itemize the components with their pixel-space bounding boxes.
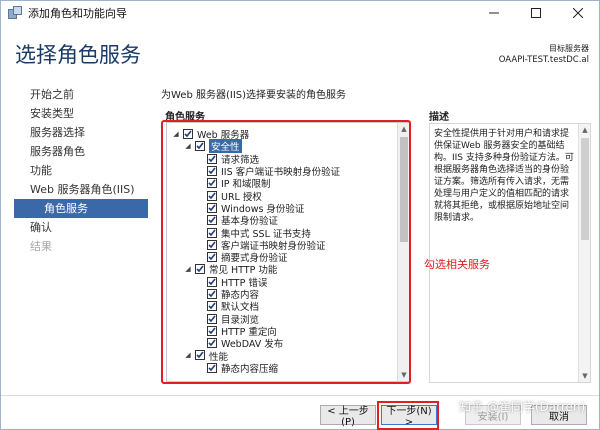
minimize-button[interactable] [473, 1, 515, 25]
nav-item-3[interactable]: 服务器角色 [1, 142, 151, 161]
wizard-nav: 开始之前 安装类型 服务器选择 服务器角色 功能 Web 服务器角色(IIS) 角色服务 确认… [1, 85, 151, 256]
nav-item-5[interactable]: Web 服务器角色(IIS) [1, 180, 151, 199]
close-button[interactable] [557, 1, 599, 25]
description-text: 安全性提供用于针对用户和请求提供保证Web 服务器安全的基础结构。IIS 支持多… [434, 129, 574, 223]
next-button-highlight [377, 401, 439, 430]
nav-item-1[interactable]: 安装类型 [1, 104, 151, 123]
description-label: 描述 [429, 112, 449, 123]
window-controls [473, 1, 599, 25]
nav-item-8[interactable]: 结果 [1, 237, 151, 256]
desc-scroll-up-icon[interactable]: ▲ [579, 124, 591, 136]
nav-item-6[interactable]: 角色服务 [14, 199, 148, 218]
annotation-text: 勾选相关服务 [424, 258, 490, 271]
wizard-window: 添加角色和功能向导 选择角色服务 目标服务器 OAAPI-TEST.testDC… [0, 0, 600, 430]
desc-scroll-down-icon[interactable]: ▼ [579, 370, 591, 382]
previous-button[interactable]: < 上一步(P) [320, 405, 376, 428]
server-manager-icon [8, 6, 22, 20]
destination-server: 目标服务器 OAAPI-TEST.testDC.al [499, 43, 589, 65]
minimize-icon [489, 12, 499, 14]
window-title: 添加角色和功能向导 [28, 7, 127, 20]
maximize-button[interactable] [515, 1, 557, 25]
description-box: 安全性提供用于针对用户和请求提供保证Web 服务器安全的基础结构。IIS 支持多… [429, 123, 591, 383]
maximize-icon [531, 8, 541, 18]
title-bar[interactable]: 添加角色和功能向导 [1, 1, 599, 25]
nav-item-2[interactable]: 服务器选择 [1, 123, 151, 142]
nav-item-4[interactable]: 功能 [1, 161, 151, 180]
tree-highlight-box [161, 120, 411, 384]
server-caption: 目标服务器 [549, 44, 589, 53]
watermark: 知乎 @崔同学(Darren) [459, 400, 586, 414]
close-icon [573, 8, 583, 18]
description-scrollbar[interactable]: ▲ ▼ [578, 124, 590, 382]
server-name: OAAPI-TEST.testDC.al [498, 55, 589, 65]
nav-item-0[interactable]: 开始之前 [1, 85, 151, 104]
nav-item-7[interactable]: 确认 [1, 218, 151, 237]
instruction-text: 为Web 服务器(IIS)选择要安装的角色服务 [161, 90, 347, 101]
page-title: 选择角色服务 [15, 43, 141, 67]
description-scroll-thumb[interactable] [581, 138, 589, 240]
footer-divider [1, 395, 599, 396]
